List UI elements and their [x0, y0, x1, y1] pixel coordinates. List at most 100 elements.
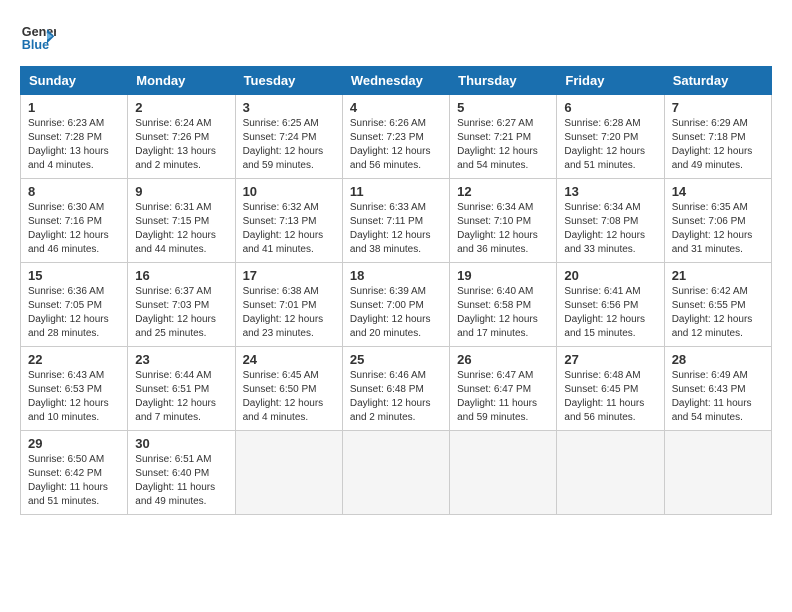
sunset: Sunset: 6:47 PM — [457, 384, 531, 395]
day-number: 25 — [350, 352, 442, 367]
day-number: 10 — [243, 184, 335, 199]
sunrise: Sunrise: 6:51 AM — [135, 454, 211, 465]
day-info: Sunrise: 6:39 AM Sunset: 7:00 PM Dayligh… — [350, 285, 442, 341]
calendar-day-cell: 4 Sunrise: 6:26 AM Sunset: 7:23 PM Dayli… — [342, 95, 449, 179]
calendar-day-cell: 14 Sunrise: 6:35 AM Sunset: 7:06 PM Dayl… — [664, 179, 771, 263]
day-info: Sunrise: 6:23 AM Sunset: 7:28 PM Dayligh… — [28, 117, 120, 173]
calendar-week-row: 8 Sunrise: 6:30 AM Sunset: 7:16 PM Dayli… — [21, 179, 772, 263]
sunrise: Sunrise: 6:33 AM — [350, 202, 426, 213]
sunrise: Sunrise: 6:28 AM — [564, 118, 640, 129]
sunset: Sunset: 7:24 PM — [243, 132, 317, 143]
calendar-day-cell: 8 Sunrise: 6:30 AM Sunset: 7:16 PM Dayli… — [21, 179, 128, 263]
sunset: Sunset: 7:20 PM — [564, 132, 638, 143]
calendar-day-cell: 17 Sunrise: 6:38 AM Sunset: 7:01 PM Dayl… — [235, 263, 342, 347]
sunset: Sunset: 7:08 PM — [564, 216, 638, 227]
sunrise: Sunrise: 6:41 AM — [564, 286, 640, 297]
sunrise: Sunrise: 6:30 AM — [28, 202, 104, 213]
daylight: Daylight: 12 hours and 41 minutes. — [243, 230, 324, 255]
sunset: Sunset: 7:15 PM — [135, 216, 209, 227]
sunrise: Sunrise: 6:36 AM — [28, 286, 104, 297]
day-info: Sunrise: 6:25 AM Sunset: 7:24 PM Dayligh… — [243, 117, 335, 173]
daylight: Daylight: 12 hours and 17 minutes. — [457, 314, 538, 339]
day-info: Sunrise: 6:41 AM Sunset: 6:56 PM Dayligh… — [564, 285, 656, 341]
sunset: Sunset: 6:45 PM — [564, 384, 638, 395]
day-number: 1 — [28, 100, 120, 115]
sunset: Sunset: 7:10 PM — [457, 216, 531, 227]
sunset: Sunset: 7:18 PM — [672, 132, 746, 143]
daylight: Daylight: 12 hours and 15 minutes. — [564, 314, 645, 339]
day-info: Sunrise: 6:36 AM Sunset: 7:05 PM Dayligh… — [28, 285, 120, 341]
daylight: Daylight: 11 hours and 54 minutes. — [672, 398, 752, 423]
daylight: Daylight: 12 hours and 38 minutes. — [350, 230, 431, 255]
day-number: 11 — [350, 184, 442, 199]
daylight: Daylight: 12 hours and 28 minutes. — [28, 314, 109, 339]
sunrise: Sunrise: 6:44 AM — [135, 370, 211, 381]
calendar-day-cell: 30 Sunrise: 6:51 AM Sunset: 6:40 PM Dayl… — [128, 431, 235, 515]
sunset: Sunset: 7:06 PM — [672, 216, 746, 227]
sunrise: Sunrise: 6:26 AM — [350, 118, 426, 129]
svg-text:Blue: Blue — [22, 38, 49, 52]
calendar-day-cell: 9 Sunrise: 6:31 AM Sunset: 7:15 PM Dayli… — [128, 179, 235, 263]
daylight: Daylight: 11 hours and 59 minutes. — [457, 398, 537, 423]
daylight: Daylight: 12 hours and 10 minutes. — [28, 398, 109, 423]
calendar-day-cell: 10 Sunrise: 6:32 AM Sunset: 7:13 PM Dayl… — [235, 179, 342, 263]
sunrise: Sunrise: 6:32 AM — [243, 202, 319, 213]
day-info: Sunrise: 6:24 AM Sunset: 7:26 PM Dayligh… — [135, 117, 227, 173]
sunrise: Sunrise: 6:49 AM — [672, 370, 748, 381]
sunset: Sunset: 6:42 PM — [28, 468, 102, 479]
weekday-header: Sunday — [21, 67, 128, 95]
weekday-header: Tuesday — [235, 67, 342, 95]
day-number: 4 — [350, 100, 442, 115]
day-number: 22 — [28, 352, 120, 367]
sunset: Sunset: 7:21 PM — [457, 132, 531, 143]
daylight: Daylight: 12 hours and 51 minutes. — [564, 146, 645, 171]
sunrise: Sunrise: 6:43 AM — [28, 370, 104, 381]
sunrise: Sunrise: 6:24 AM — [135, 118, 211, 129]
calendar-day-cell: 20 Sunrise: 6:41 AM Sunset: 6:56 PM Dayl… — [557, 263, 664, 347]
sunset: Sunset: 6:40 PM — [135, 468, 209, 479]
calendar-day-cell: 2 Sunrise: 6:24 AM Sunset: 7:26 PM Dayli… — [128, 95, 235, 179]
day-info: Sunrise: 6:32 AM Sunset: 7:13 PM Dayligh… — [243, 201, 335, 257]
sunset: Sunset: 6:51 PM — [135, 384, 209, 395]
day-info: Sunrise: 6:49 AM Sunset: 6:43 PM Dayligh… — [672, 369, 764, 425]
calendar-day-cell: 1 Sunrise: 6:23 AM Sunset: 7:28 PM Dayli… — [21, 95, 128, 179]
sunset: Sunset: 7:00 PM — [350, 300, 424, 311]
sunset: Sunset: 7:26 PM — [135, 132, 209, 143]
calendar-day-cell: 13 Sunrise: 6:34 AM Sunset: 7:08 PM Dayl… — [557, 179, 664, 263]
day-number: 17 — [243, 268, 335, 283]
day-number: 21 — [672, 268, 764, 283]
day-info: Sunrise: 6:46 AM Sunset: 6:48 PM Dayligh… — [350, 369, 442, 425]
day-info: Sunrise: 6:44 AM Sunset: 6:51 PM Dayligh… — [135, 369, 227, 425]
day-number: 8 — [28, 184, 120, 199]
day-info: Sunrise: 6:50 AM Sunset: 6:42 PM Dayligh… — [28, 453, 120, 509]
sunset: Sunset: 6:43 PM — [672, 384, 746, 395]
day-info: Sunrise: 6:27 AM Sunset: 7:21 PM Dayligh… — [457, 117, 549, 173]
day-number: 28 — [672, 352, 764, 367]
calendar-day-cell: 16 Sunrise: 6:37 AM Sunset: 7:03 PM Dayl… — [128, 263, 235, 347]
calendar-day-cell: 6 Sunrise: 6:28 AM Sunset: 7:20 PM Dayli… — [557, 95, 664, 179]
sunrise: Sunrise: 6:47 AM — [457, 370, 533, 381]
day-info: Sunrise: 6:37 AM Sunset: 7:03 PM Dayligh… — [135, 285, 227, 341]
sunset: Sunset: 7:23 PM — [350, 132, 424, 143]
day-number: 18 — [350, 268, 442, 283]
sunset: Sunset: 6:48 PM — [350, 384, 424, 395]
day-info: Sunrise: 6:38 AM Sunset: 7:01 PM Dayligh… — [243, 285, 335, 341]
day-info: Sunrise: 6:43 AM Sunset: 6:53 PM Dayligh… — [28, 369, 120, 425]
day-number: 15 — [28, 268, 120, 283]
calendar-day-cell: 19 Sunrise: 6:40 AM Sunset: 6:58 PM Dayl… — [450, 263, 557, 347]
calendar-day-cell: 22 Sunrise: 6:43 AM Sunset: 6:53 PM Dayl… — [21, 347, 128, 431]
calendar-day-cell: 24 Sunrise: 6:45 AM Sunset: 6:50 PM Dayl… — [235, 347, 342, 431]
calendar-day-cell: 26 Sunrise: 6:47 AM Sunset: 6:47 PM Dayl… — [450, 347, 557, 431]
sunrise: Sunrise: 6:38 AM — [243, 286, 319, 297]
daylight: Daylight: 12 hours and 54 minutes. — [457, 146, 538, 171]
calendar-day-cell: 21 Sunrise: 6:42 AM Sunset: 6:55 PM Dayl… — [664, 263, 771, 347]
calendar-day-cell: 29 Sunrise: 6:50 AM Sunset: 6:42 PM Dayl… — [21, 431, 128, 515]
day-number: 20 — [564, 268, 656, 283]
day-info: Sunrise: 6:34 AM Sunset: 7:10 PM Dayligh… — [457, 201, 549, 257]
daylight: Daylight: 12 hours and 36 minutes. — [457, 230, 538, 255]
weekday-header: Wednesday — [342, 67, 449, 95]
day-info: Sunrise: 6:42 AM Sunset: 6:55 PM Dayligh… — [672, 285, 764, 341]
calendar-day-cell: 27 Sunrise: 6:48 AM Sunset: 6:45 PM Dayl… — [557, 347, 664, 431]
sunset: Sunset: 6:56 PM — [564, 300, 638, 311]
logo: General Blue — [20, 20, 62, 56]
